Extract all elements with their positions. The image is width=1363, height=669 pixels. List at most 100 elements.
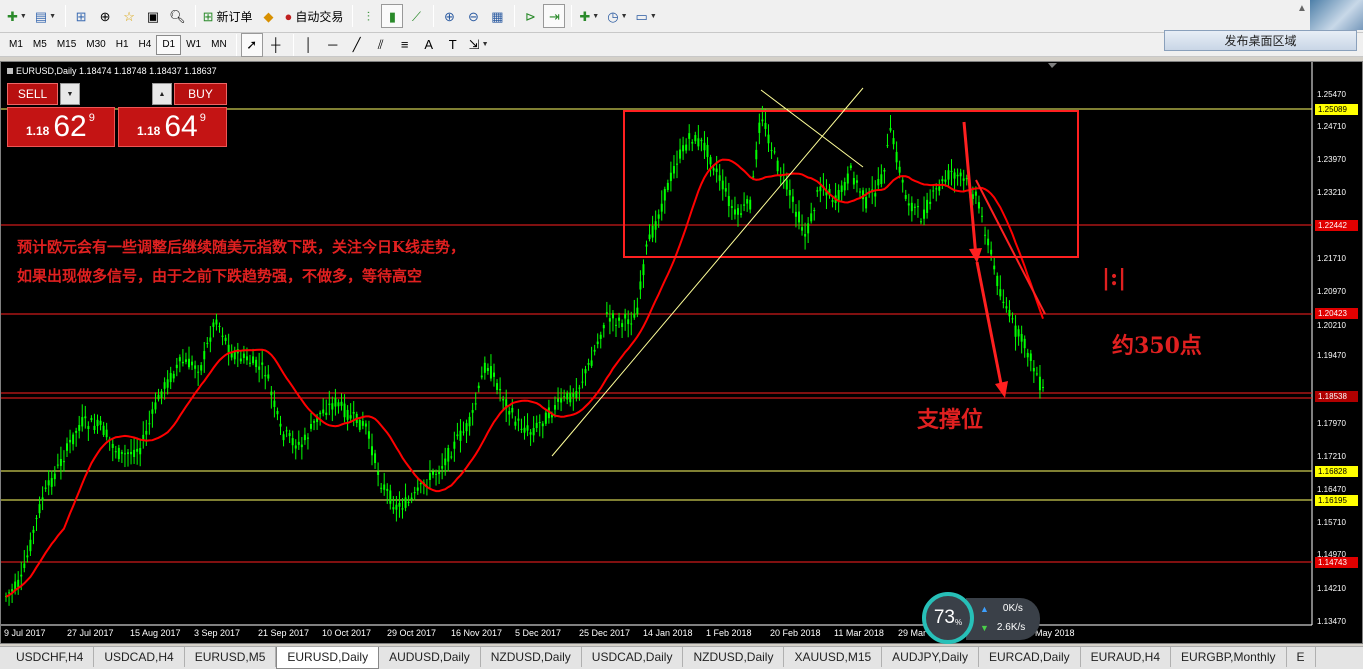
candle-body: [816, 190, 819, 192]
vertical-line-button[interactable]: │: [298, 33, 320, 57]
timeframe-h1[interactable]: H1: [111, 35, 134, 55]
new-order-icon: ⊞: [202, 8, 214, 24]
sell-button[interactable]: SELL: [7, 83, 58, 105]
candle-chart-button[interactable]: ▮: [381, 4, 404, 28]
chart-tab[interactable]: E: [1287, 647, 1316, 667]
lot-size-input[interactable]: [82, 83, 150, 105]
chart-tab[interactable]: NZDUSD,Daily: [683, 647, 785, 667]
zoom-out-icon: ⊖: [467, 8, 479, 24]
candle-body: [303, 434, 306, 441]
chart-tab[interactable]: EURCAD,Daily: [979, 647, 1081, 667]
chart-shift-button[interactable]: ⊳: [519, 4, 541, 28]
chart-tab[interactable]: XAUUSD,M15: [784, 647, 883, 667]
analysis-note-line-2: 如果出现做多信号，由于之前下跌趋势强，不做多，等待高空: [17, 267, 423, 285]
chart-tab[interactable]: EURUSD,Daily: [276, 647, 380, 669]
chart-tab[interactable]: EURGBP,Monthly: [1171, 647, 1287, 667]
meta-editor-button[interactable]: ◆: [258, 4, 280, 28]
text-tool-button[interactable]: A: [418, 33, 440, 57]
new-chart-button[interactable]: ✚ ▼: [4, 4, 30, 28]
new-order-button[interactable]: ⊞ 新订单: [200, 4, 256, 28]
candle-body: [325, 412, 328, 416]
templates-button[interactable]: ▭ ▼: [633, 4, 660, 28]
chart-tab[interactable]: USDCAD,H4: [94, 647, 185, 667]
trendline-button[interactable]: ╱: [346, 33, 368, 57]
candle-body: [697, 138, 700, 147]
fibonacci-button[interactable]: ≡: [394, 33, 416, 57]
auto-scroll-button[interactable]: ⇥: [543, 4, 566, 28]
timeframe-d1[interactable]: D1: [156, 34, 182, 55]
profiles-button[interactable]: ▤ ▼: [32, 4, 59, 28]
candle-body: [456, 434, 459, 437]
zoom-in-button[interactable]: ⊕: [438, 4, 460, 28]
candle-body: [169, 372, 172, 383]
candle-body: [1032, 367, 1035, 372]
candle-body: [371, 446, 373, 456]
candle-body: [755, 149, 758, 160]
terminal-icon: ▣: [146, 8, 160, 24]
navigator-button[interactable]: ☆: [118, 4, 140, 28]
download-speed: ▼ 2.6K/s: [980, 622, 1025, 633]
timeframe-m15[interactable]: M15: [52, 35, 81, 55]
chart-tab[interactable]: EURUSD,M5: [185, 647, 277, 667]
indicators-button[interactable]: ✚ ▼: [576, 4, 602, 28]
date-tick-label: 14 Jan 2018: [643, 628, 693, 638]
candle-body: [916, 206, 919, 208]
buy-button[interactable]: BUY: [174, 83, 227, 105]
candle-body: [26, 555, 29, 558]
auto-trading-button[interactable]: ● 自动交易: [282, 4, 347, 28]
timeframe-h4[interactable]: H4: [134, 35, 157, 55]
candle-body: [483, 362, 486, 373]
text-label-icon: T: [448, 37, 457, 52]
candle-body: [840, 185, 843, 192]
arrows-button[interactable]: ⇲ ▼: [466, 33, 492, 57]
line-chart-button[interactable]: ⟋: [405, 4, 427, 28]
terminal-button[interactable]: ▣: [142, 4, 164, 28]
candle-body: [252, 356, 255, 364]
candle-body: [874, 193, 877, 197]
equidistant-channel-button[interactable]: ⫽: [370, 33, 392, 57]
lot-increase-icon[interactable]: ▲: [152, 83, 172, 105]
sell-price-box[interactable]: 1.18 62 9: [7, 107, 115, 147]
candle-body: [532, 428, 535, 436]
zoom-out-button[interactable]: ⊖: [462, 4, 484, 28]
strategy-tester-button[interactable]: 🔍︎: [166, 4, 189, 28]
candle-body: [215, 319, 218, 325]
chart-tab[interactable]: AUDUSD,Daily: [379, 647, 481, 667]
cursor-tool-button[interactable]: ➚: [240, 32, 263, 57]
chart-tab[interactable]: EURAUD,H4: [1081, 647, 1172, 667]
chart-tab[interactable]: NZDUSD,Daily: [481, 647, 582, 667]
desktop-area-button[interactable]: 发布桌面区域: [1164, 30, 1357, 51]
candle-body: [218, 325, 221, 327]
market-watch-button[interactable]: ⊞: [70, 4, 92, 28]
timeframe-mn[interactable]: MN: [206, 35, 232, 55]
toolbar-separator: [514, 5, 516, 27]
chart-tab[interactable]: AUDJPY,Daily: [882, 647, 979, 667]
timeframe-m1[interactable]: M1: [4, 35, 28, 55]
crosshair-tool-button[interactable]: ┼: [265, 33, 287, 57]
upload-speed-value: 0K/s: [1002, 603, 1023, 614]
horizontal-line-button[interactable]: ─: [322, 33, 344, 57]
bar-chart-button[interactable]: ⫶: [357, 4, 379, 28]
chart-tab[interactable]: USDCAD,Daily: [582, 647, 684, 667]
price-chart[interactable]: EURUSD,Daily 1.18474 1.18748 1.18437 1.1…: [0, 61, 1363, 644]
text-label-button[interactable]: T: [442, 33, 464, 57]
timeframe-m5[interactable]: M5: [28, 35, 52, 55]
price-tick-label: 1.16470: [1317, 485, 1346, 494]
network-usage-gauge[interactable]: 73%: [922, 592, 974, 644]
candle-body: [977, 202, 980, 209]
channel-icon: ⫽: [377, 37, 384, 52]
timeframe-w1[interactable]: W1: [181, 35, 206, 55]
tile-windows-button[interactable]: ▦: [486, 4, 508, 28]
candle-body: [84, 416, 87, 419]
candle-body: [416, 487, 419, 491]
periods-button[interactable]: ◷ ▼: [604, 4, 630, 28]
data-window-button[interactable]: ⊕: [94, 4, 116, 28]
candle-body: [688, 133, 691, 139]
candle-body: [1005, 306, 1008, 309]
buy-price-box[interactable]: 1.18 64 9: [118, 107, 227, 147]
timeframe-m30[interactable]: M30: [81, 35, 110, 55]
collapse-arrow-icon[interactable]: ▲: [1297, 3, 1307, 14]
lot-decrease-icon[interactable]: ▼: [60, 83, 80, 105]
candle-body: [361, 421, 364, 426]
chart-tab[interactable]: USDCHF,H4: [6, 647, 95, 667]
